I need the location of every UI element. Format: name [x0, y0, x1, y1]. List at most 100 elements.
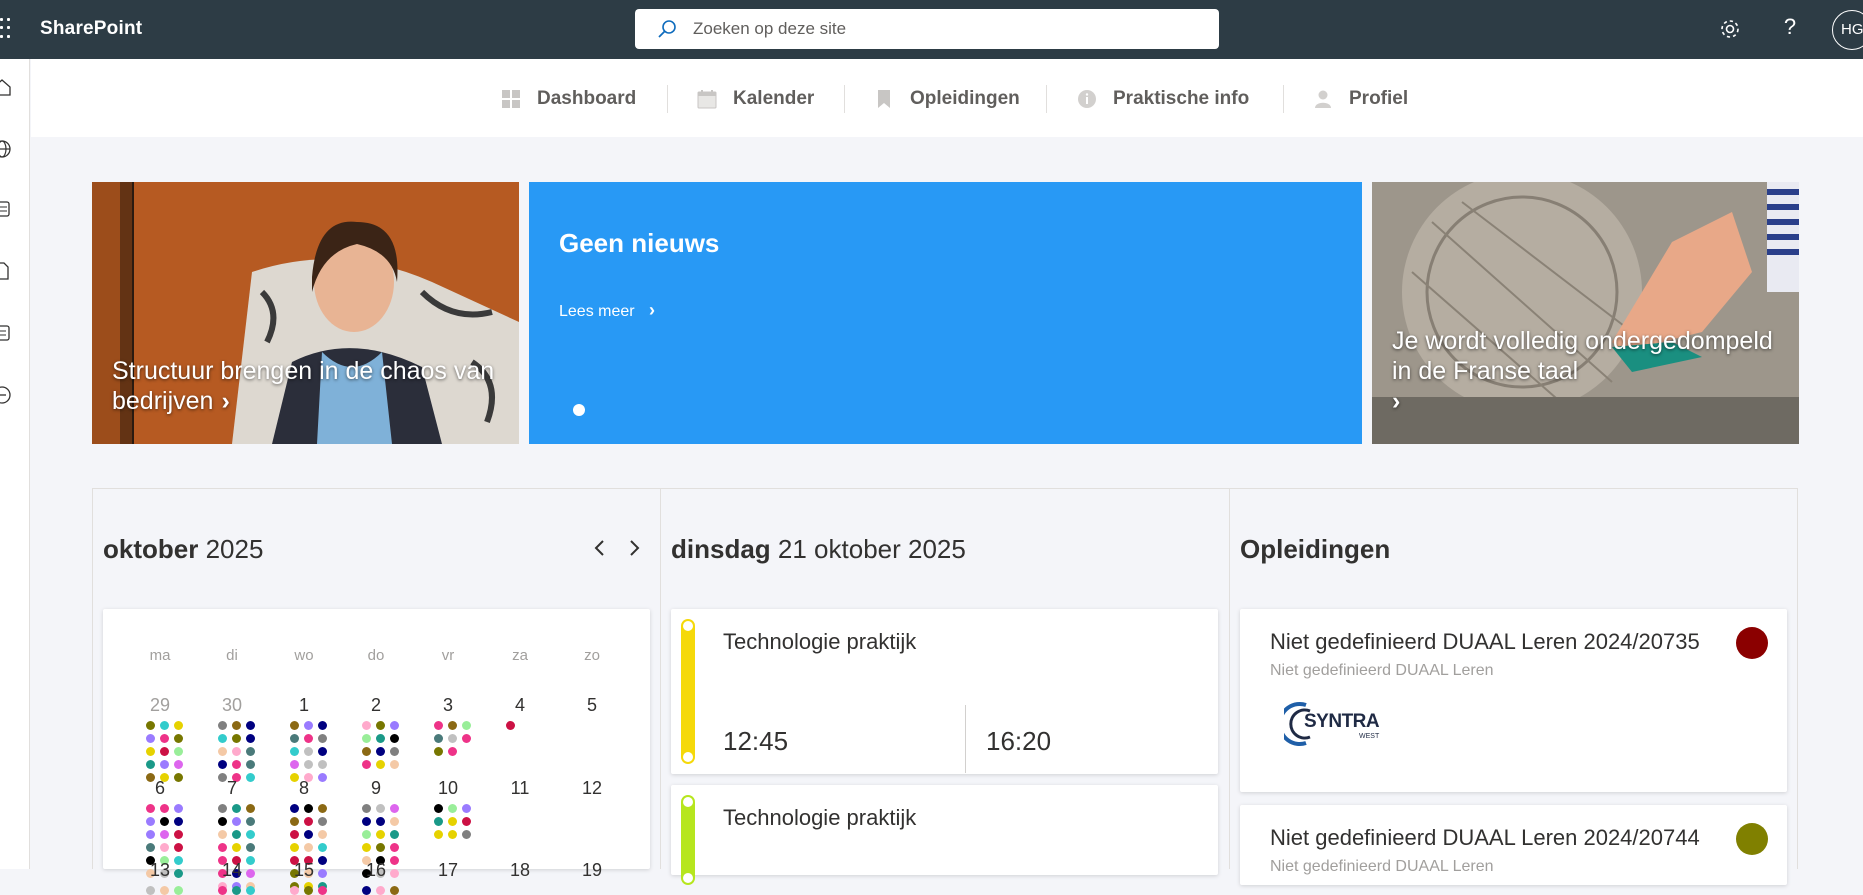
opleiding-card[interactable]: Niet gedefinieerd DUAAL Leren 2024/20744…: [1240, 805, 1787, 885]
nav-dashboard[interactable]: Dashboard: [501, 87, 636, 111]
chevron-right-icon: ›: [1392, 387, 1401, 415]
opleiding-subtitle: Niet gedefinieerd DUAAL Leren: [1270, 662, 1494, 679]
home-icon[interactable]: [0, 77, 12, 97]
globe-icon[interactable]: [0, 139, 12, 159]
help-icon[interactable]: ?: [1778, 14, 1802, 40]
person-icon: [1315, 90, 1331, 108]
calendar-day[interactable]: 10: [418, 778, 478, 799]
news-icon[interactable]: [0, 199, 12, 219]
event-dot: [146, 734, 155, 743]
list-icon[interactable]: [0, 323, 12, 343]
event-dot: [290, 843, 299, 852]
event-dots: [434, 721, 471, 756]
search-input[interactable]: [693, 9, 1193, 49]
calendar-day[interactable]: 18: [490, 860, 550, 881]
event-dot: [304, 830, 313, 839]
event-dot: [246, 804, 255, 813]
panel-divider: [660, 488, 661, 869]
opleiding-card[interactable]: Niet gedefinieerd DUAAL Leren 2024/20735…: [1240, 609, 1787, 792]
read-more-link[interactable]: Lees meer ›: [559, 300, 655, 321]
nav-kalender[interactable]: Kalender: [697, 87, 814, 111]
nav-praktische-info[interactable]: Praktische info: [1077, 87, 1249, 111]
event-dot: [160, 886, 169, 895]
event-dot: [174, 734, 183, 743]
calendar-day[interactable]: 9: [346, 778, 406, 799]
hero-left-caption-text: Structuur brengen in de chaos van bedrij…: [112, 357, 495, 415]
event-dot: [290, 886, 299, 895]
event-title: Technologie praktijk: [723, 805, 917, 830]
event-dot: [462, 830, 471, 839]
nav-opleidingen[interactable]: Opleidingen: [874, 87, 1020, 111]
search-box[interactable]: [635, 9, 1219, 49]
event-dot: [376, 747, 385, 756]
event-dots: [506, 721, 543, 730]
calendar-day[interactable]: 4: [490, 695, 550, 716]
event-card[interactable]: Technologie praktijk: [671, 785, 1218, 885]
event-dot: [318, 817, 327, 826]
hero-tile-right[interactable]: Je wordt volledig ondergedompeld in de F…: [1372, 182, 1799, 444]
calendar-day[interactable]: 13: [130, 860, 190, 881]
event-dot: [246, 760, 255, 769]
calendar-day[interactable]: 15: [274, 860, 334, 881]
calendar-day[interactable]: 14: [202, 860, 262, 881]
hero-tile-left[interactable]: Structuur brengen in de chaos van bedrij…: [92, 182, 519, 444]
event-dot: [434, 817, 443, 826]
event-dots: [362, 886, 399, 895]
app-brand[interactable]: SharePoint: [40, 18, 142, 40]
event-dot: [390, 817, 399, 826]
calendar-day[interactable]: 16: [346, 860, 406, 881]
chevron-left-icon[interactable]: [590, 536, 610, 560]
avatar[interactable]: HG: [1832, 10, 1863, 50]
calendar-icon: [697, 90, 717, 109]
event-card[interactable]: Technologie praktijk 12:45 16:20: [671, 609, 1218, 774]
event-dot: [390, 843, 399, 852]
event-time-divider: [965, 705, 966, 773]
event-dots: [290, 721, 327, 782]
opleiding-subtitle: Niet gedefinieerd DUAAL Leren: [1270, 858, 1494, 875]
calendar-day[interactable]: 6: [130, 778, 190, 799]
event-title: Technologie praktijk: [723, 629, 917, 654]
event-dot: [390, 734, 399, 743]
event-dot: [362, 886, 371, 895]
event-dot: [146, 886, 155, 895]
event-dot: [218, 886, 227, 895]
nav-profiel[interactable]: Profiel: [1313, 87, 1408, 111]
event-start-time: 12:45: [723, 726, 789, 756]
event-dot: [290, 830, 299, 839]
event-dots: [434, 804, 471, 839]
event-dots: [362, 721, 399, 769]
calendar-day[interactable]: 7: [202, 778, 262, 799]
calendar-day[interactable]: 30: [202, 695, 262, 716]
event-dot: [362, 830, 371, 839]
event-dot: [462, 804, 471, 813]
calendar-day[interactable]: 11: [490, 778, 550, 799]
calendar-day[interactable]: 19: [562, 860, 622, 881]
nav-kalender-label: Kalender: [733, 88, 815, 109]
hero-right-caption[interactable]: Je wordt volledig ondergedompeld in de F…: [1392, 326, 1797, 416]
syntra-logo: SYNTRA WEST: [1277, 699, 1384, 749]
nav-divider: [667, 85, 668, 113]
syntra-logo-text: SYNTRA: [1304, 711, 1380, 732]
calendar-month: oktober: [103, 534, 199, 564]
event-dot: [218, 817, 227, 826]
hero-left-caption[interactable]: Structuur brengen in de chaos van bedrij…: [112, 356, 512, 416]
calendar-day[interactable]: 2: [346, 695, 406, 716]
calendar-day[interactable]: 17: [418, 860, 478, 881]
carousel-dot[interactable]: [573, 404, 585, 416]
event-dot: [318, 760, 327, 769]
calendar-day[interactable]: 29: [130, 695, 190, 716]
event-dot: [232, 886, 241, 895]
document-icon[interactable]: [0, 261, 12, 281]
event-dot: [304, 760, 313, 769]
nav-opleidingen-label: Opleidingen: [910, 88, 1020, 109]
app-launcher-icon[interactable]: [0, 18, 10, 40]
calendar-day[interactable]: 5: [562, 695, 622, 716]
calendar-day[interactable]: 12: [562, 778, 622, 799]
calendar-day[interactable]: 3: [418, 695, 478, 716]
minus-circle-icon[interactable]: [0, 385, 12, 405]
calendar-day[interactable]: 1: [274, 695, 334, 716]
calendar-day[interactable]: 8: [274, 778, 334, 799]
day-title: dinsdag 21 oktober 2025: [671, 534, 966, 565]
settings-gear-icon[interactable]: [1718, 17, 1742, 41]
chevron-right-icon[interactable]: [624, 536, 644, 560]
